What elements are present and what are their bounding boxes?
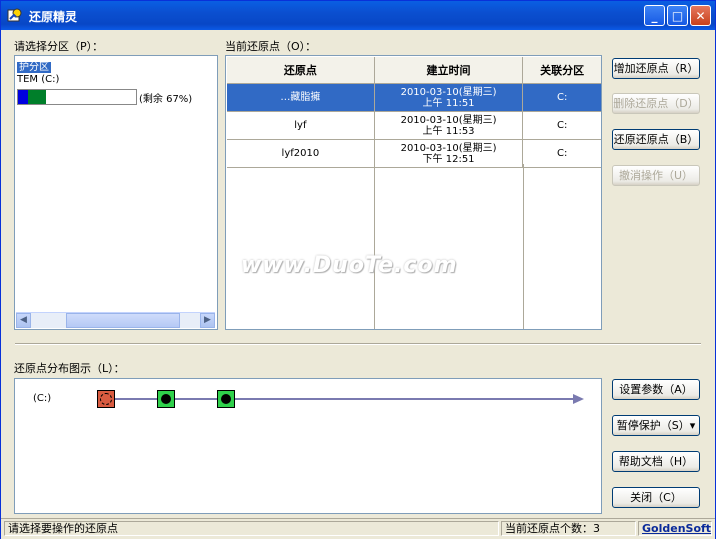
circle-outline-icon [100,393,112,405]
status-count: 当前还原点个数：3 [501,521,636,536]
partition-label: 请选择分区（P）： [14,40,104,53]
column-header-time[interactable]: 建立时间 [374,57,524,84]
partition-tree[interactable]: 护分区 TEM (C:) (剩余 67%) ◀ ▶ [14,55,218,330]
chevron-left-icon: ◀ [20,315,27,325]
restore-points-list[interactable]: 还原点 建立时间 关联分区 …藏脂擁 2010-03-10(星期三) 上午 11:… [225,55,602,330]
partition-usage-bar [17,89,137,105]
distribution-chart[interactable]: (C:) [14,378,602,514]
status-hint: 请选择要操作的还原点 [4,521,499,536]
column-divider [523,164,524,329]
horizontal-scrollbar[interactable]: ◀ ▶ [16,312,215,328]
restore-point-name: …藏脂擁 [227,83,375,112]
dropdown-arrow-icon: ▾ [689,419,696,432]
status-bar: 请选择要操作的还原点 当前还原点个数：3 GoldenSoft [1,518,715,539]
brand-link[interactable]: GoldenSoft [638,521,712,536]
table-row[interactable]: lyf2010 2010-03-10(星期三) 下午 12:51 C: [227,139,601,168]
delete-restore-point-button[interactable]: 删除还原点（D） [612,93,700,114]
restore-points-label: 当前还原点（O）： [225,40,317,53]
help-button[interactable]: 帮助文档（H） [612,451,700,472]
app-icon [7,8,22,22]
column-divider [374,164,375,329]
maximize-button[interactable]: □ [667,5,688,26]
partition-item[interactable]: 护分区 [17,58,51,73]
restore-point-marker[interactable] [157,390,175,408]
close-window-button[interactable]: ✕ [690,5,711,26]
restore-points-table: 还原点 建立时间 关联分区 …藏脂擁 2010-03-10(星期三) 上午 11:… [227,57,601,168]
restore-point-marker[interactable] [217,390,235,408]
partition-free-text: (剩余 67%) [139,94,193,105]
watermark: www.DuoTe.com [241,253,458,278]
minimize-button[interactable]: _ [644,5,665,26]
maximize-icon: □ [671,9,684,23]
restore-point-partition: C: [522,83,601,112]
title-bar[interactable]: 还原精灵 _ □ ✕ [1,1,715,30]
pause-protection-button[interactable]: 暂停保护（S）▾ [612,415,700,436]
restore-point-partition: C: [522,139,601,168]
main-window: 还原精灵 _ □ ✕ 请选择分区（P）： 护分区 TEM (C:) (剩余 67… [0,0,716,539]
restore-point-time: 2010-03-10(星期三) 上午 11:51 [374,83,524,112]
restore-point-partition: C: [522,111,601,140]
close-icon: ✕ [695,9,706,23]
table-header: 还原点 建立时间 关联分区 [227,57,601,84]
settings-button[interactable]: 设置参数（A） [612,379,700,400]
minimize-icon: _ [651,9,658,23]
partition-item-c[interactable]: TEM (C:) [17,74,59,85]
usage-segment-system [18,90,28,104]
table-row[interactable]: lyf 2010-03-10(星期三) 上午 11:53 C: [227,111,601,140]
distribution-label: 还原点分布图示（L）： [14,362,125,375]
window-title: 还原精灵 [29,10,78,24]
dot-icon [221,394,231,404]
separator [15,343,701,345]
scroll-right-button[interactable]: ▶ [200,313,215,328]
timeline-arrow-icon [573,394,584,404]
add-restore-point-button[interactable]: 增加还原点（R） [612,58,700,79]
column-header-partition[interactable]: 关联分区 [522,57,601,84]
column-header-name[interactable]: 还原点 [227,57,375,84]
scroll-thumb[interactable] [66,313,180,328]
restore-point-time: 2010-03-10(星期三) 下午 12:51 [374,139,524,168]
restore-point-name: lyf [227,111,375,140]
close-button[interactable]: 关闭（C） [612,487,700,508]
usage-segment-used [28,90,46,104]
restore-button[interactable]: 还原还原点（B） [612,129,700,150]
restore-point-time: 2010-03-10(星期三) 上午 11:53 [374,111,524,140]
restore-point-marker-current[interactable] [97,390,115,408]
undo-button[interactable]: 撤消操作（U） [612,165,700,186]
dot-icon [161,394,171,404]
chevron-right-icon: ▶ [204,315,211,325]
restore-point-name: lyf2010 [227,139,375,168]
table-row[interactable]: …藏脂擁 2010-03-10(星期三) 上午 11:51 C: [227,83,601,112]
scroll-left-button[interactable]: ◀ [16,313,31,328]
